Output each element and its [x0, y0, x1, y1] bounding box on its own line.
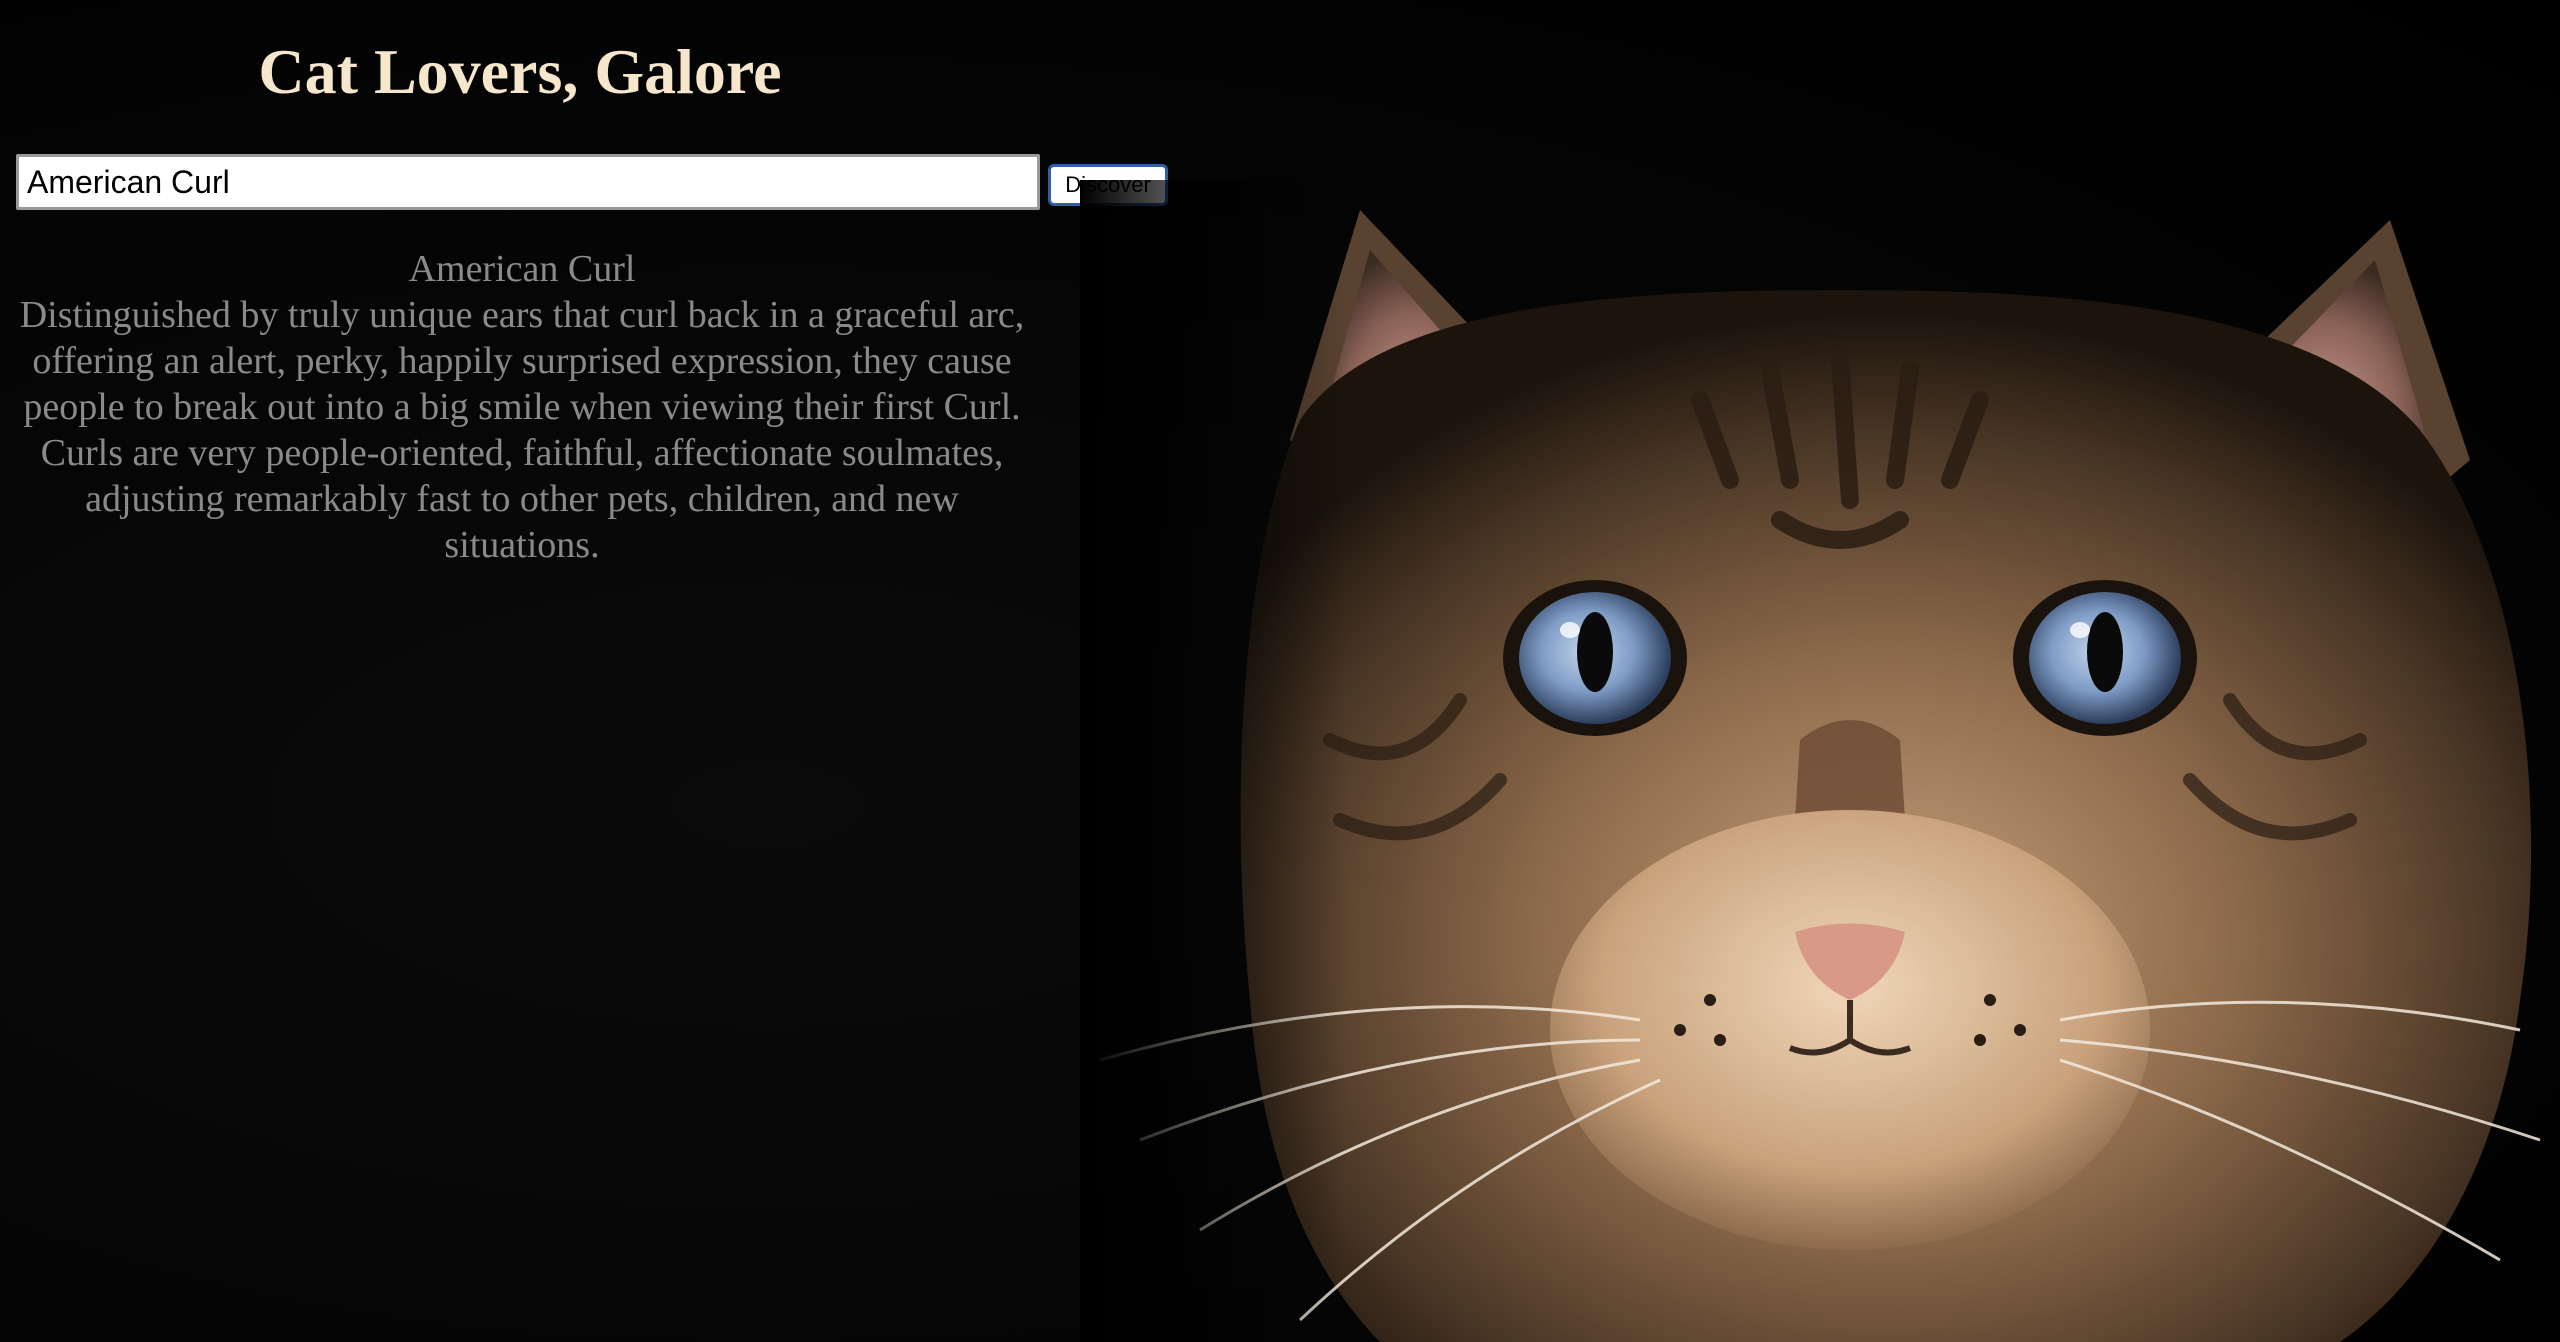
page-background: Cat Lovers, Galore Discover American Cur… [0, 0, 2560, 1342]
page-title: Cat Lovers, Galore [258, 36, 782, 107]
breed-search-input[interactable] [16, 154, 1040, 210]
breed-description: Distinguished by truly unique ears that … [19, 294, 1025, 566]
breed-name: American Curl [408, 248, 636, 290]
breed-result: American Curl Distinguished by truly uni… [16, 246, 1028, 568]
cat-photo [1080, 180, 2560, 1342]
